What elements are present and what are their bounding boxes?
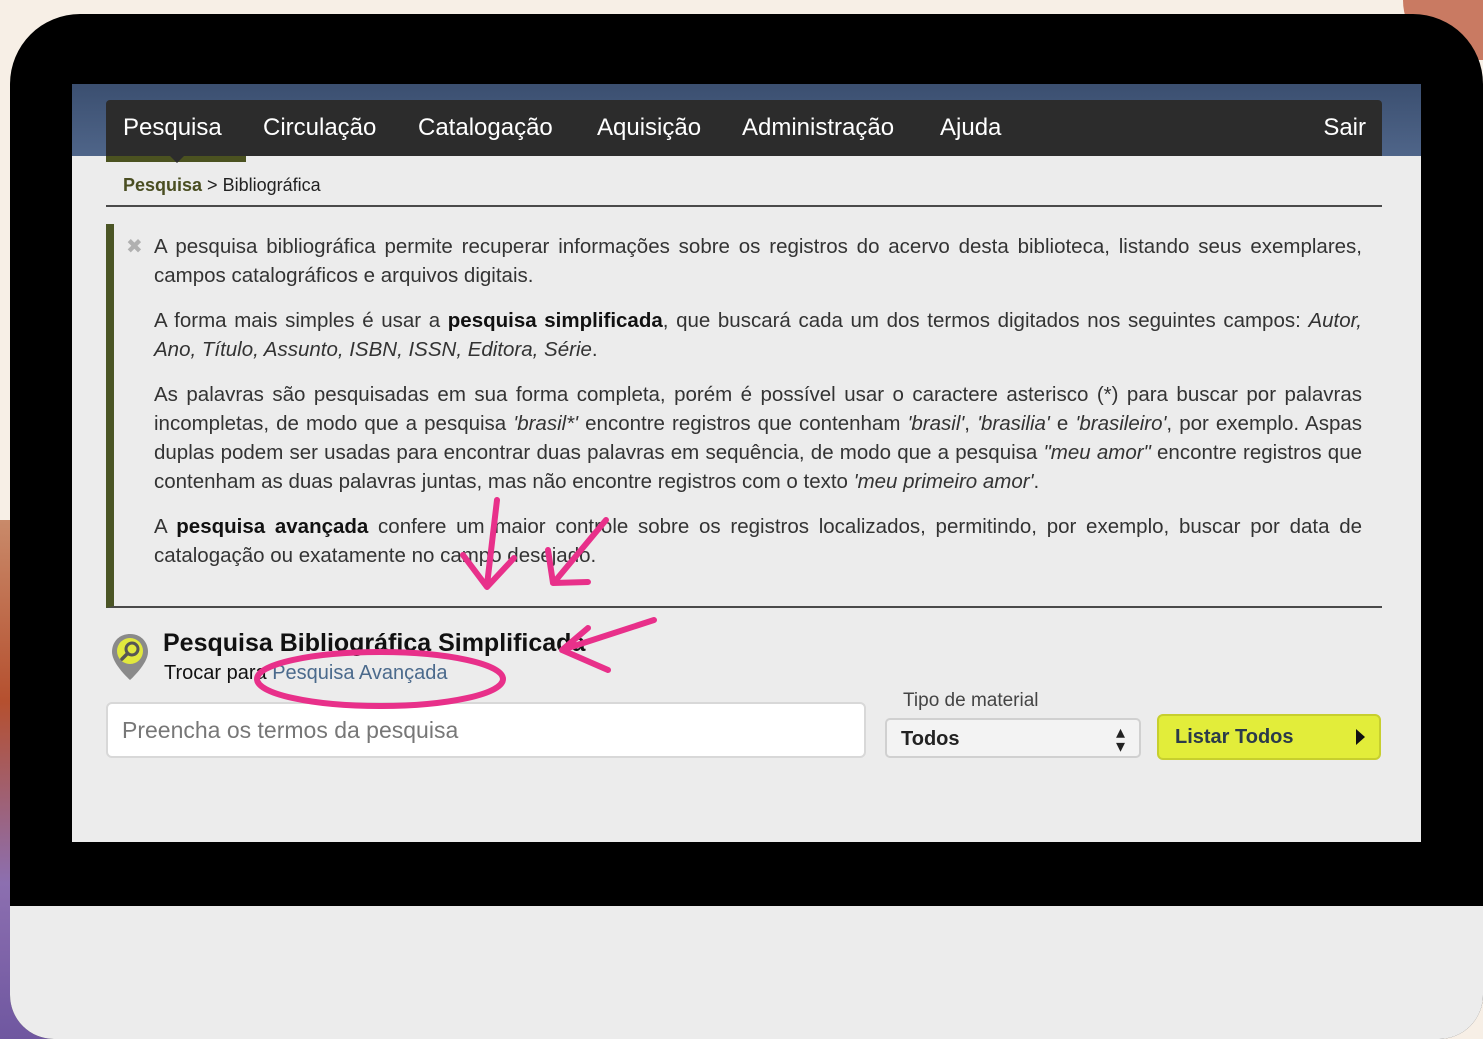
info-p2-text: . (591, 338, 598, 361)
material-type-value: Todos (901, 728, 960, 750)
info-p1-text: A pesquisa bibliográfica permite recuper… (154, 235, 1362, 287)
info-p3-text: encontre registros que contenham (578, 412, 908, 435)
info-p3-example: 'meu primeiro amor' (853, 470, 1034, 493)
info-p2-text: , que buscará cada um dos termos digitad… (662, 309, 1309, 332)
menu-item-ajuda[interactable]: Ajuda (940, 100, 1001, 156)
close-icon[interactable]: ✖ (126, 234, 143, 259)
info-p4-text: A (154, 515, 177, 538)
info-p2-bold: pesquisa simplificada (447, 309, 663, 332)
material-type-label: Tipo de material (903, 690, 1039, 711)
info-p3-text: , (964, 412, 978, 435)
info-p3-example: 'brasileiro' (1075, 412, 1167, 435)
info-p3-example: 'brasil' (907, 412, 965, 435)
info-p3-example: 'brasil*' (513, 412, 579, 435)
info-p3-example: 'brasilia' (977, 412, 1050, 435)
info-p2-text: A forma mais simples é usar a (154, 309, 448, 332)
info-paragraph-2: A forma mais simples é usar a pesquisa s… (154, 306, 1362, 364)
info-p3-text: . (1033, 470, 1040, 493)
menu-active-caret (170, 156, 184, 163)
search-input[interactable] (106, 702, 866, 758)
sort-arrows-icon: ▴ ▾ (1115, 722, 1125, 756)
search-title: Pesquisa Bibliográfica Simplificada (163, 629, 586, 657)
breadcrumb: Pesquisa > Bibliográfica (123, 175, 321, 196)
monitor-frame: Pesquisa Circulação Catalogação Aquisiçã… (10, 14, 1483, 1039)
breadcrumb-divider (106, 205, 1382, 207)
list-all-label: Listar Todos (1175, 726, 1294, 748)
switch-search-mode: Trocar para Pesquisa Avançada (164, 662, 448, 685)
info-paragraph-1: A pesquisa bibliográfica permite recuper… (154, 232, 1362, 290)
breadcrumb-separator: > (207, 175, 218, 195)
info-box: ✖ A pesquisa bibliográfica permite recup… (106, 224, 1382, 608)
menu-item-catalogacao[interactable]: Catalogação (418, 100, 553, 156)
breadcrumb-link-pesquisa[interactable]: Pesquisa (123, 175, 202, 195)
main-menu: Pesquisa Circulação Catalogação Aquisiçã… (106, 100, 1382, 163)
menu-item-administracao[interactable]: Administração (742, 100, 894, 156)
list-all-button[interactable]: Listar Todos (1157, 714, 1381, 760)
app-screen: Pesquisa Circulação Catalogação Aquisiçã… (72, 84, 1421, 842)
menu-item-circulacao[interactable]: Circulação (263, 100, 376, 156)
switch-prefix: Trocar para (164, 662, 273, 684)
monitor-chin (10, 906, 1483, 1039)
search-pin-icon (112, 634, 148, 680)
info-p3-text: e (1049, 412, 1076, 435)
menu-item-aquisicao[interactable]: Aquisição (597, 100, 701, 156)
info-p3-example: "meu amor" (1043, 441, 1151, 464)
info-text: A pesquisa bibliográfica permite recuper… (154, 232, 1362, 586)
breadcrumb-current: Bibliográfica (222, 175, 321, 195)
info-p4-bold: pesquisa avançada (176, 515, 369, 538)
play-arrow-icon (1356, 729, 1365, 745)
logout-button[interactable]: Sair (1323, 100, 1366, 156)
advanced-search-link[interactable]: Pesquisa Avançada (272, 662, 447, 684)
material-type-select[interactable]: Todos ▴ ▾ (885, 718, 1141, 758)
info-paragraph-4: A pesquisa avançada confere um maior con… (154, 512, 1362, 570)
info-paragraph-3: As palavras são pesquisadas em sua forma… (154, 380, 1362, 496)
menu-item-pesquisa[interactable]: Pesquisa (123, 100, 222, 156)
